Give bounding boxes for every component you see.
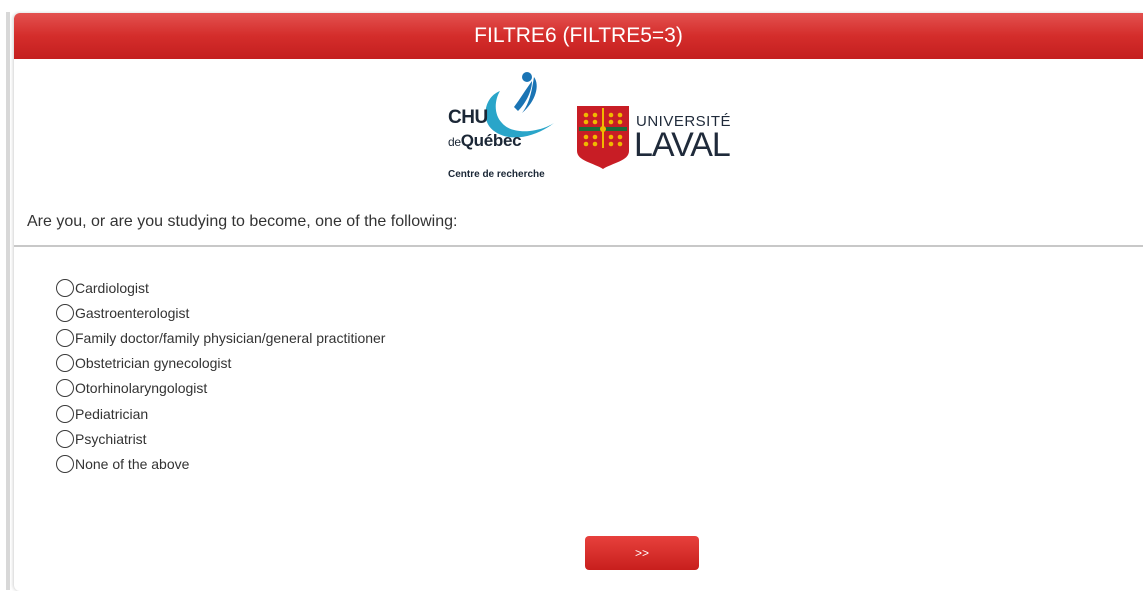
chu-logo-line2: deQuébec [448, 131, 522, 151]
page-title: FILTRE6 (FILTRE5=3) [14, 13, 1143, 59]
radio-button[interactable] [56, 404, 74, 423]
option-gastroenterologist[interactable]: Gastroenterologist [56, 300, 385, 325]
question-divider [14, 245, 1143, 247]
radio-button[interactable] [56, 429, 74, 448]
laval-crest-icon [577, 106, 629, 169]
chu-logo-line1: CHU [448, 107, 488, 128]
option-otorhinolaryngologist[interactable]: Otorhinolaryngologist [56, 376, 385, 401]
option-cardiologist[interactable]: Cardiologist [56, 275, 385, 300]
radio-button[interactable] [56, 379, 74, 398]
option-family-doctor[interactable]: Family doctor/family physician/general p… [56, 325, 385, 350]
option-label[interactable]: Family doctor/family physician/general p… [75, 330, 385, 346]
option-label[interactable]: Pediatrician [75, 406, 148, 422]
option-psychiatrist[interactable]: Psychiatrist [56, 426, 385, 451]
radio-button[interactable] [56, 454, 74, 473]
universite-laval-logo: UNIVERSITÉ LAVAL [576, 105, 746, 177]
option-obstetrician-gynecologist[interactable]: Obstetrician gynecologist [56, 351, 385, 376]
next-button[interactable]: >> [585, 536, 699, 570]
option-label[interactable]: Cardiologist [75, 280, 149, 296]
option-label[interactable]: Psychiatrist [75, 431, 147, 447]
question-text: Are you, or are you studying to become, … [27, 213, 458, 230]
chu-logo-line3: Centre de recherche [448, 169, 545, 180]
left-edge-shadow [6, 12, 10, 590]
logo-area: CHU deQuébec Centre de recherche UNIVERS… [14, 59, 1143, 199]
chu-logo-line2-main: Québec [460, 131, 522, 150]
laval-logo-line2: LAVAL [634, 126, 731, 164]
option-pediatrician[interactable]: Pediatrician [56, 401, 385, 426]
option-label[interactable]: Gastroenterologist [75, 305, 189, 321]
answer-options: Cardiologist Gastroenterologist Family d… [56, 275, 385, 477]
radio-button[interactable] [56, 303, 74, 322]
radio-button[interactable] [56, 354, 74, 373]
radio-button[interactable] [56, 328, 74, 347]
survey-panel: FILTRE6 (FILTRE5=3) CHU deQuébec Centre … [14, 13, 1143, 591]
option-label[interactable]: Otorhinolaryngologist [75, 380, 207, 396]
chu-de-quebec-logo: CHU deQuébec Centre de recherche [444, 71, 554, 183]
radio-button[interactable] [56, 278, 74, 297]
option-label[interactable]: None of the above [75, 456, 189, 472]
option-label[interactable]: Obstetrician gynecologist [75, 355, 231, 371]
chu-logo-line2-prefix: de [448, 135, 461, 149]
option-none-of-the-above[interactable]: None of the above [56, 451, 385, 476]
